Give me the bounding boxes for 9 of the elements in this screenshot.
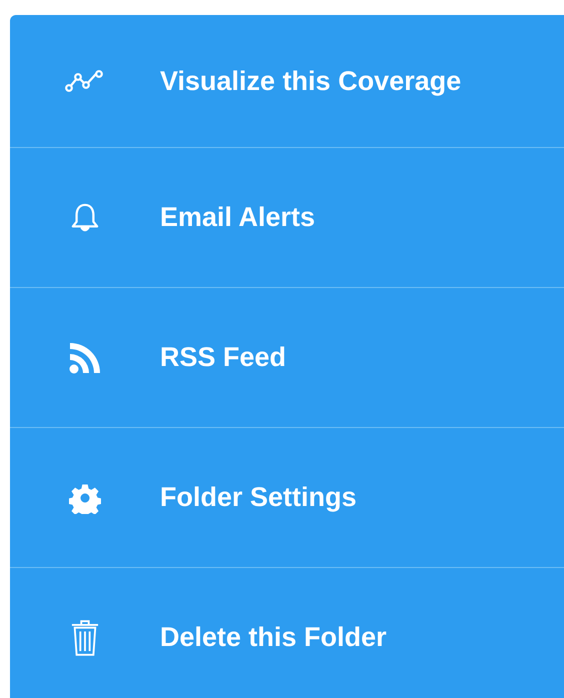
menu-item[interactable]: Folder Settings (10, 428, 564, 568)
menu-item[interactable]: RSS Feed (10, 288, 564, 428)
menu-item[interactable]: Email Alerts (10, 148, 564, 288)
menu-item[interactable]: Visualize this Coverage (10, 15, 564, 148)
line-chart-icon (65, 69, 105, 93)
rss-icon (69, 342, 101, 374)
trash-icon (71, 618, 99, 656)
gear-icon (69, 482, 101, 514)
menu-item[interactable]: Delete this Folder (10, 568, 564, 698)
